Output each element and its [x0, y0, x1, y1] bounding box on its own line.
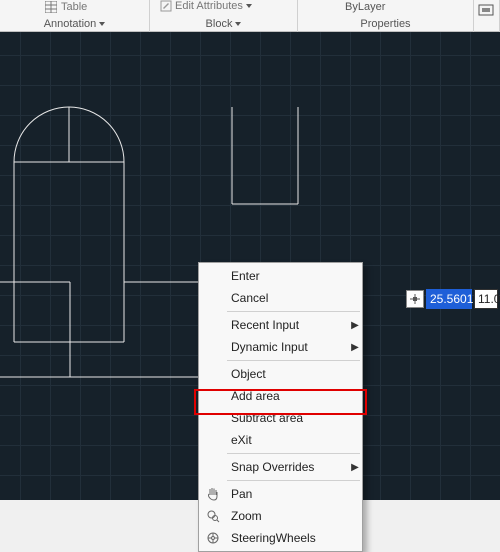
- ctx-separator: [227, 360, 360, 361]
- ctx-recent-input[interactable]: Recent Input▶: [199, 314, 362, 336]
- panel-extra[interactable]: [474, 0, 500, 32]
- dynamic-input-x[interactable]: 25.5601: [426, 289, 472, 309]
- edit-attributes-icon: [160, 0, 172, 12]
- drawing-canvas[interactable]: 25.5601 11.0 Enter Cancel Recent Input▶ …: [0, 32, 500, 500]
- edit-attributes-button[interactable]: Edit Attributes: [160, 0, 252, 12]
- ctx-object[interactable]: Object: [199, 363, 362, 385]
- chevron-down-icon: [246, 4, 252, 8]
- ctx-cancel[interactable]: Cancel: [199, 287, 362, 309]
- ctx-steering-wheels[interactable]: SteeringWheels: [199, 527, 362, 549]
- annotation-panel-label[interactable]: Annotation: [44, 18, 106, 32]
- ctx-exit[interactable]: eXit: [199, 429, 362, 451]
- submenu-arrow-icon: ▶: [348, 320, 362, 331]
- ctx-separator: [227, 311, 360, 312]
- block-panel-label[interactable]: Block: [206, 18, 242, 32]
- ctx-snap-overrides[interactable]: Snap Overrides▶: [199, 456, 362, 478]
- table-button[interactable]: Table: [45, 1, 87, 13]
- ctx-separator: [227, 453, 360, 454]
- pan-icon: [199, 483, 227, 505]
- ctx-enter[interactable]: Enter: [199, 265, 362, 287]
- submenu-arrow-icon: ▶: [348, 462, 362, 473]
- zoom-icon: [199, 505, 227, 527]
- bylayer-dropdown[interactable]: ByLayer: [345, 1, 385, 13]
- dynamic-input-y[interactable]: 11.0: [474, 289, 498, 309]
- ctx-zoom[interactable]: Zoom: [199, 505, 362, 527]
- steering-wheels-icon: [199, 527, 227, 549]
- table-icon: [45, 1, 57, 13]
- properties-panel-label[interactable]: Properties: [360, 18, 410, 32]
- ctx-pan[interactable]: Pan: [199, 483, 362, 505]
- properties-panel: Properties: [298, 0, 474, 32]
- group-icon: [478, 4, 494, 20]
- ctx-separator: [227, 480, 360, 481]
- ctx-dynamic-input[interactable]: Dynamic Input▶: [199, 336, 362, 358]
- highlight-add-area: [194, 389, 367, 415]
- dynamic-input-display: 25.5601 11.0: [406, 289, 498, 309]
- submenu-arrow-icon: ▶: [348, 342, 362, 353]
- dimension-marker-icon: [406, 290, 424, 308]
